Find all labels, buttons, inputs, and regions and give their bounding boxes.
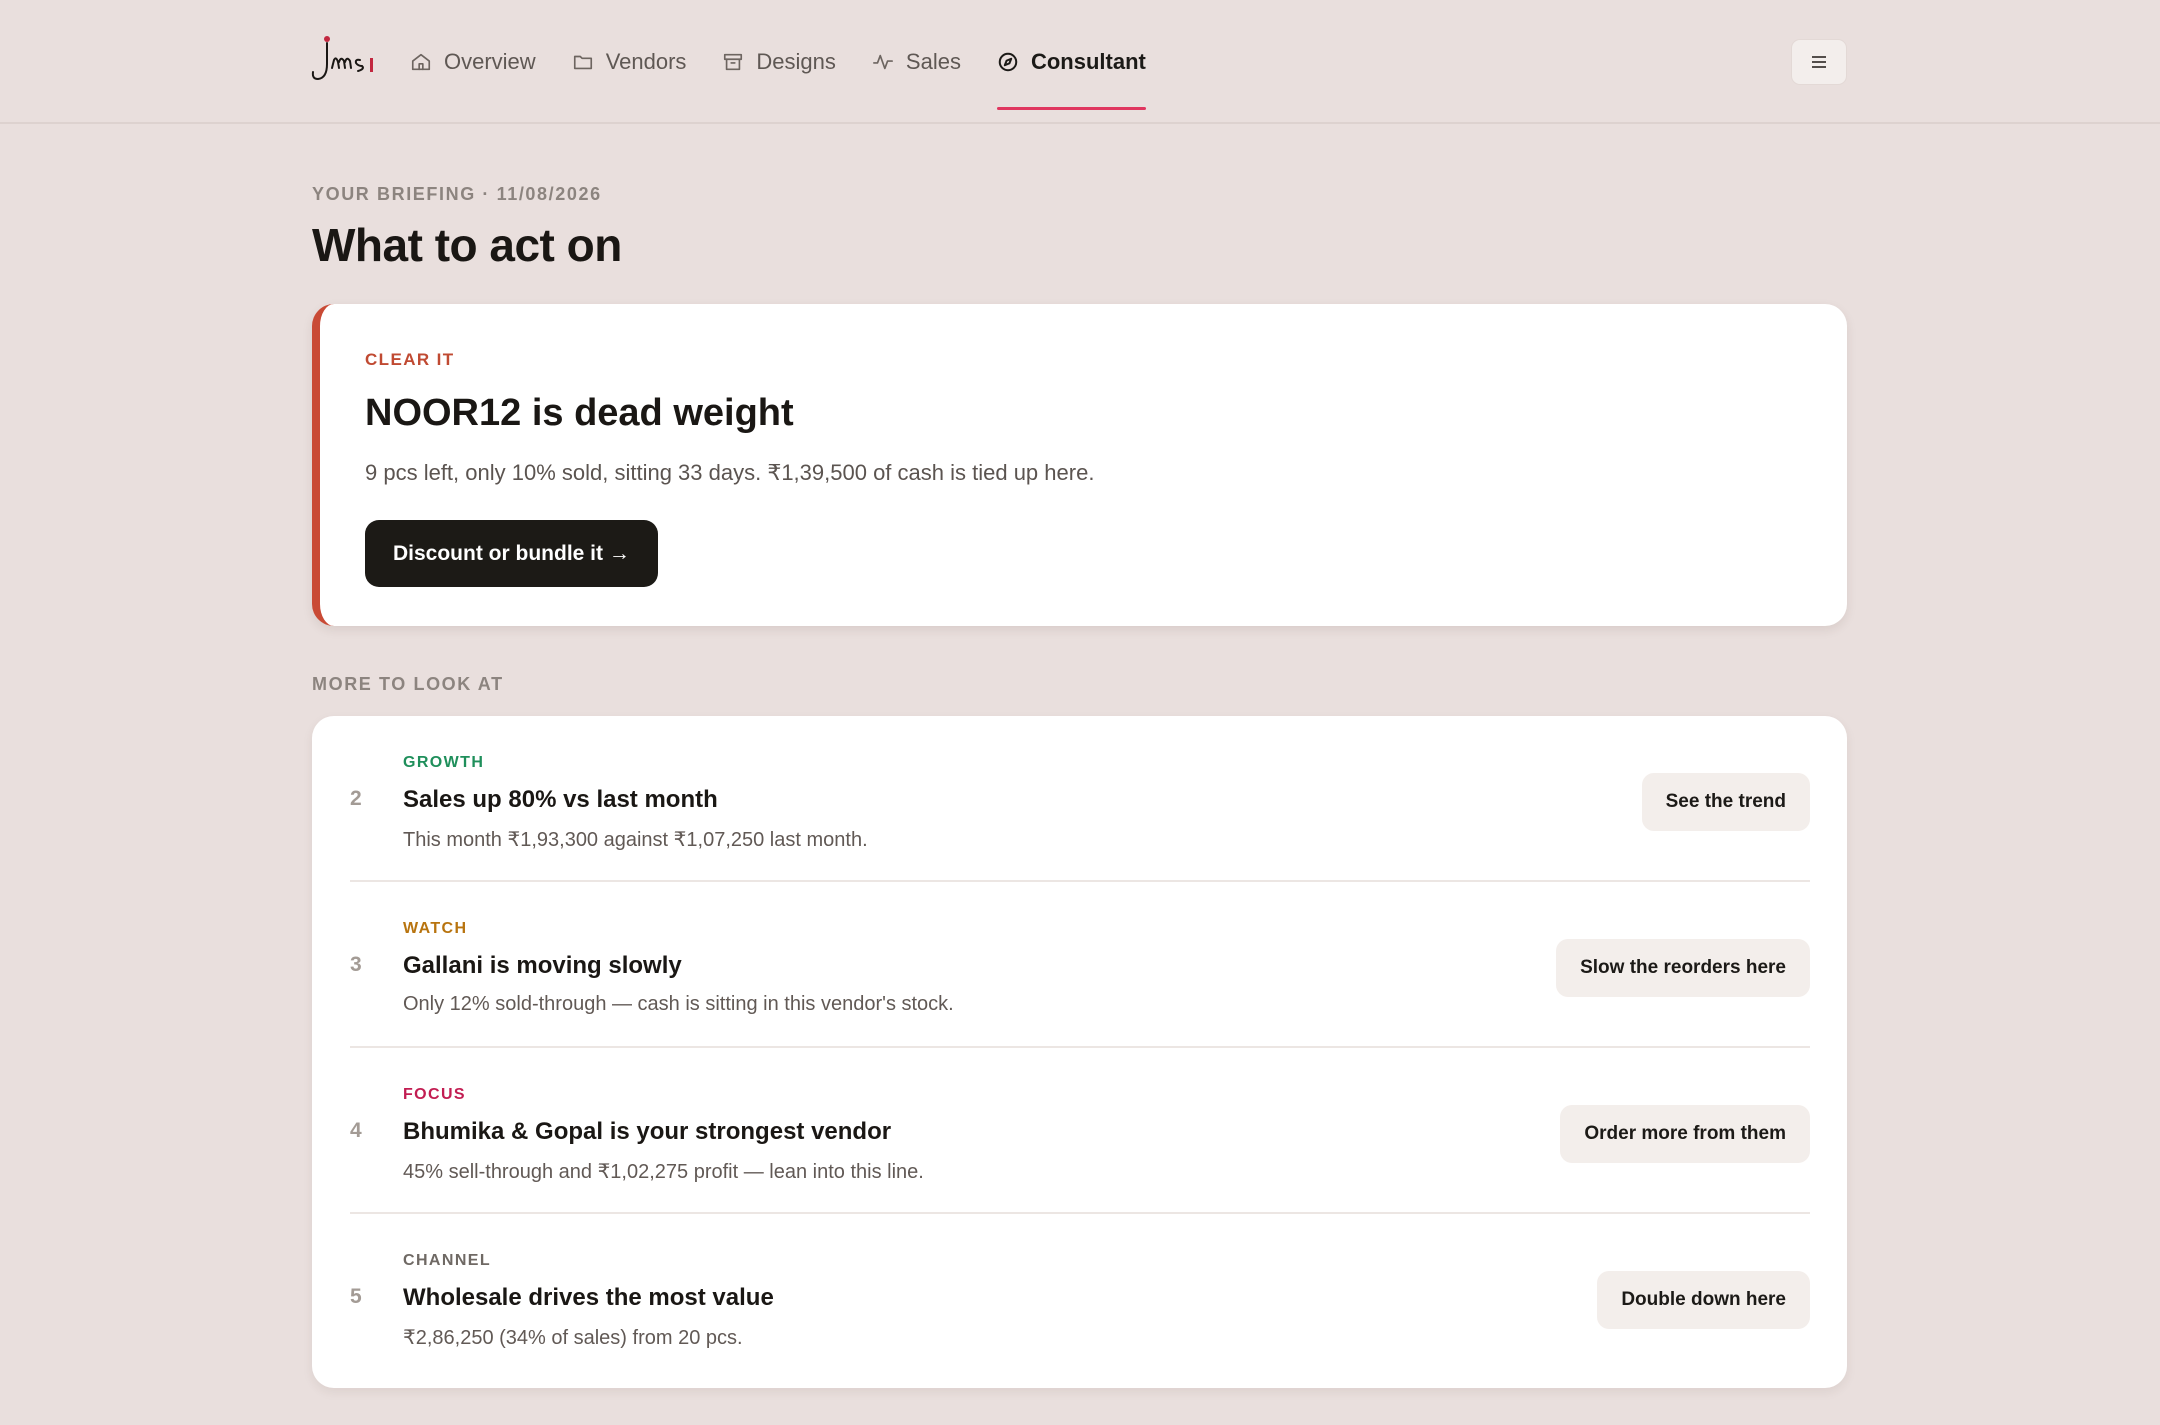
item-tag: CHANNEL (403, 1252, 492, 1269)
item-tag: GROWTH (403, 754, 485, 771)
priority-action-card: CLEAR IT NOOR12 is dead weight 9 pcs lef… (312, 304, 1847, 626)
nav-designs[interactable]: Designs (722, 0, 836, 124)
list-item: 5 CHANNEL Wholesale drives the most valu… (350, 1214, 1810, 1380)
see-trend-button[interactable]: See the trend (1641, 773, 1810, 831)
nav-designs-label: Designs (756, 49, 836, 74)
nav-overview[interactable]: Overview (410, 0, 536, 124)
item-number: 4 (350, 1119, 362, 1142)
priority-description: 9 pcs left, only 10% sold, sitting 33 da… (365, 460, 1095, 485)
item-description: ₹2,86,250 (34% of sales) from 20 pcs. (403, 1327, 743, 1349)
item-description: 45% sell-through and ₹1,02,275 profit — … (403, 1161, 924, 1183)
item-title: Bhumika & Gopal is your strongest vendor (403, 1118, 892, 1145)
slow-reorders-button[interactable]: Slow the reorders here (1556, 939, 1810, 997)
hamburger-icon (1812, 56, 1826, 68)
list-item: 4 FOCUS Bhumika & Gopal is your stronges… (350, 1048, 1810, 1214)
nav-vendors-label: Vendors (605, 49, 687, 74)
item-number: 2 (350, 787, 362, 810)
activity-icon (872, 54, 893, 70)
item-tag: WATCH (403, 920, 468, 937)
nav-overview-label: Overview (444, 49, 536, 74)
top-navigation-bar: Overview Vendors Designs Sales Consultan… (0, 0, 2160, 124)
home-icon (411, 53, 431, 71)
item-title: Sales up 80% vs last month (403, 786, 718, 813)
item-number: 3 (350, 953, 362, 976)
item-description: Only 12% sold-through — cash is sitting … (403, 993, 954, 1015)
nav-consultant[interactable]: Consultant (996, 0, 1146, 124)
briefing-kicker: YOUR BRIEFING · 11/08/2026 (312, 184, 602, 204)
item-title: Gallani is moving slowly (403, 952, 682, 979)
folder-icon (573, 55, 592, 70)
page-title: What to act on (312, 219, 622, 271)
double-down-button[interactable]: Double down here (1597, 1271, 1810, 1329)
archive-icon (724, 53, 743, 71)
brand-logo[interactable] (310, 34, 376, 86)
list-item: 2 GROWTH Sales up 80% vs last month This… (350, 716, 1810, 882)
item-tag: FOCUS (403, 1086, 466, 1103)
nav-consultant-label: Consultant (1030, 49, 1146, 74)
list-item: 3 WATCH Gallani is moving slowly Only 12… (350, 882, 1810, 1048)
menu-button[interactable] (1791, 39, 1847, 85)
priority-tag: CLEAR IT (365, 350, 455, 369)
item-description: This month ₹1,93,300 against ₹1,07,250 l… (403, 829, 868, 851)
main-nav: Overview Vendors Designs Sales Consultan… (410, 0, 1182, 124)
discount-or-bundle-button[interactable]: Discount or bundle it → (365, 520, 658, 587)
compass-icon (998, 52, 1018, 72)
insights-list: 2 GROWTH Sales up 80% vs last month This… (312, 716, 1847, 1388)
section-label-more: MORE TO LOOK AT (312, 674, 504, 694)
order-more-button[interactable]: Order more from them (1560, 1105, 1810, 1163)
priority-title: NOOR12 is dead weight (365, 392, 794, 434)
item-number: 5 (350, 1285, 362, 1308)
item-title: Wholesale drives the most value (403, 1284, 774, 1311)
nav-sales[interactable]: Sales (872, 0, 961, 124)
nav-vendors[interactable]: Vendors (572, 0, 687, 124)
nav-sales-label: Sales (905, 49, 961, 74)
